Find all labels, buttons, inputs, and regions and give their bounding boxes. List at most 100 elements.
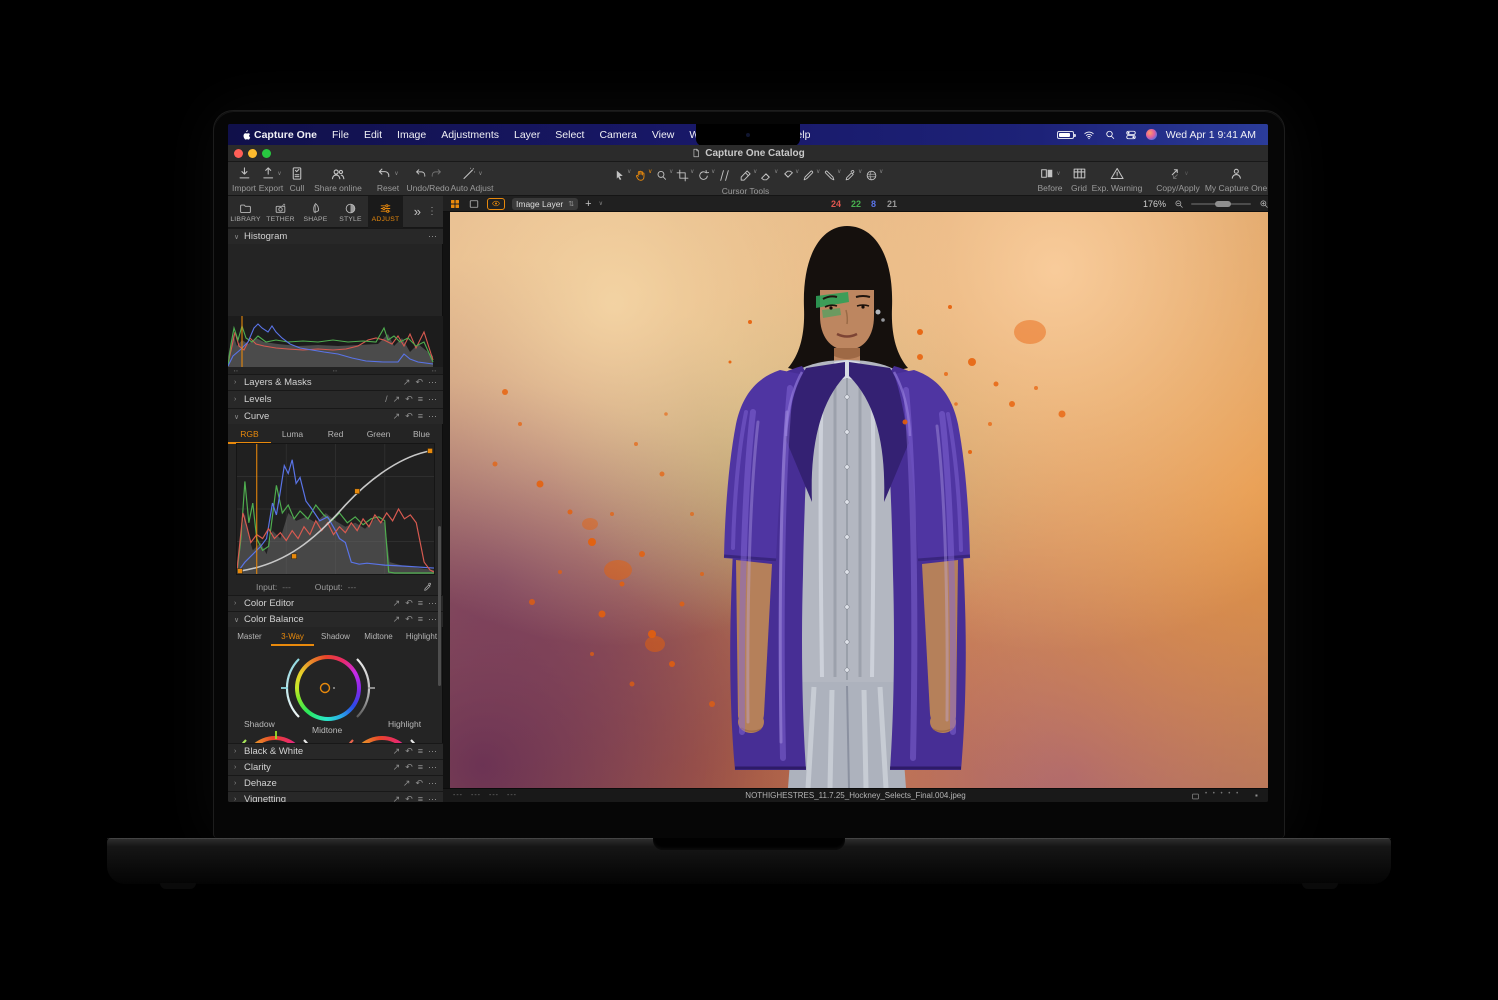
draw-mask-tool[interactable]: ∨ <box>739 169 757 182</box>
single-view-icon[interactable] <box>468 198 480 210</box>
cb-tab-midtone[interactable]: Midtone <box>357 627 400 646</box>
loupe-tool[interactable]: ∨ <box>655 169 673 182</box>
more-icon[interactable]: ⋯ <box>428 599 437 608</box>
copy-adjustments-icon[interactable]: ↗ <box>393 412 401 421</box>
reset-adjustments-icon[interactable]: ↶ <box>405 615 413 624</box>
style-brush-tool[interactable]: ∨ <box>865 169 883 182</box>
menu-view[interactable]: View <box>652 129 675 141</box>
copy-adjustments-icon[interactable]: ↗ <box>393 599 401 608</box>
clarity-panel-header[interactable]: › Clarity ↗ ↶ ≡ ⋯ <box>228 759 443 775</box>
disclosure-closed-icon[interactable]: › <box>234 396 244 403</box>
disclosure-open-icon[interactable]: ∨ <box>234 413 244 421</box>
more-icon[interactable]: ⋯ <box>428 795 437 802</box>
battery-icon[interactable] <box>1057 131 1074 139</box>
disclosure-closed-icon[interactable]: › <box>234 764 244 771</box>
copy-adjustments-icon[interactable]: ↗ <box>393 615 401 624</box>
share-online-button[interactable]: Share online <box>314 165 362 193</box>
curve-tab-rgb[interactable]: RGB <box>228 424 271 444</box>
sidebar-scrollbar[interactable] <box>438 526 441 686</box>
photo-model-powder[interactable] <box>450 212 1268 788</box>
preset-menu-icon[interactable]: ≡ <box>418 763 423 772</box>
more-icon[interactable]: ⋯ <box>428 232 437 241</box>
import-button[interactable]: Import <box>232 165 256 193</box>
multi-view-icon[interactable] <box>449 198 461 210</box>
reset-adjustments-icon[interactable]: ↶ <box>405 395 413 404</box>
image-viewer[interactable] <box>443 212 1268 788</box>
black-white-panel-header[interactable]: › Black & White ↗ ↶ ≡ ⋯ <box>228 743 443 759</box>
disclosure-open-icon[interactable]: ∨ <box>234 616 244 624</box>
disclosure-open-icon[interactable]: ∨ <box>234 233 244 241</box>
menu-camera[interactable]: Camera <box>599 129 636 141</box>
filmstrip-icon[interactable]: ▪ <box>1255 791 1258 800</box>
siri-icon[interactable] <box>1146 129 1157 140</box>
levels-panel-header[interactable]: › Levels / ↗ ↶ ≡ ⋯ <box>228 390 443 408</box>
reset-adjustments-icon[interactable]: ↶ <box>405 747 413 756</box>
exposure-warning-button[interactable]: Exp. Warning <box>1092 165 1143 193</box>
tab-adjust[interactable]: ADJUST <box>368 196 403 228</box>
copy-adjustments-icon[interactable]: ↗ <box>393 747 401 756</box>
zoom-out-icon[interactable] <box>1174 199 1184 209</box>
gradient-mask-tool[interactable]: ∨ <box>781 169 799 182</box>
reset-adjustments-icon[interactable]: ↶ <box>405 412 413 421</box>
thumbnail-toggle-icon[interactable] <box>1191 792 1200 801</box>
more-icon[interactable]: ⋯ <box>428 378 437 387</box>
color-editor-panel-header[interactable]: › Color Editor ↗ ↶ ≡ ⋯ <box>228 595 443 611</box>
preset-menu-icon[interactable]: ≡ <box>418 395 423 404</box>
auto-adjust-button[interactable]: ∨ Auto Adjust <box>450 165 493 193</box>
cb-tab-master[interactable]: Master <box>228 627 271 646</box>
clone-tool[interactable]: ∨ <box>823 169 841 182</box>
preset-menu-icon[interactable]: ≡ <box>418 599 423 608</box>
curve-tab-red[interactable]: Red <box>314 424 357 444</box>
copy-adjustments-icon[interactable]: ↗ <box>403 378 411 387</box>
preset-menu-icon[interactable]: ≡ <box>418 795 423 802</box>
before-button[interactable]: ∨ Before <box>1037 165 1062 193</box>
menu-edit[interactable]: Edit <box>364 129 382 141</box>
more-icon[interactable]: ⋯ <box>428 395 437 404</box>
zoom-in-icon[interactable] <box>1259 199 1268 209</box>
copy-apply-button[interactable]: ∨ Copy/Apply <box>1156 165 1199 193</box>
curve-tab-blue[interactable]: Blue <box>400 424 443 444</box>
layers-masks-panel-header[interactable]: › Layers & Masks ↗ ↶ ⋯ <box>228 374 443 390</box>
reset-adjustments-icon[interactable]: ↶ <box>415 779 423 788</box>
menu-layer[interactable]: Layer <box>514 129 540 141</box>
copy-adjustments-icon[interactable]: ↗ <box>393 395 401 404</box>
menu-file[interactable]: File <box>332 129 349 141</box>
tab-library[interactable]: LIBRARY <box>228 196 263 228</box>
reset-adjustments-icon[interactable]: ↶ <box>415 378 423 387</box>
disclosure-closed-icon[interactable]: › <box>234 600 244 607</box>
undo-redo-button[interactable]: Undo/Redo <box>406 165 449 193</box>
expand-tabs-icon[interactable]: » <box>414 204 421 219</box>
more-icon[interactable]: ⋯ <box>428 763 437 772</box>
curve-tab-luma[interactable]: Luma <box>271 424 314 444</box>
reset-adjustments-icon[interactable]: ↶ <box>405 795 413 802</box>
erase-mask-tool[interactable]: ∨ <box>760 169 778 182</box>
pan-tool[interactable]: ∨ <box>634 169 652 182</box>
tab-shape[interactable]: SHAPE <box>298 196 333 228</box>
spot-removal-tool[interactable]: ∨ <box>844 169 862 182</box>
reset-adjustments-icon[interactable]: ↶ <box>405 599 413 608</box>
export-button[interactable]: ∨ Export <box>259 165 284 193</box>
menu-app-name[interactable]: Capture One <box>254 129 317 141</box>
menu-bar-clock[interactable]: Wed Apr 1 9:41 AM <box>1166 129 1256 141</box>
wifi-icon[interactable] <box>1083 129 1095 141</box>
disclosure-closed-icon[interactable]: › <box>234 796 244 802</box>
add-layer-button[interactable]: + <box>585 198 591 210</box>
menu-select[interactable]: Select <box>555 129 584 141</box>
search-icon[interactable] <box>1104 129 1116 141</box>
cb-tab-shadow[interactable]: Shadow <box>314 627 357 646</box>
more-icon[interactable]: ⋯ <box>428 412 437 421</box>
grid-button[interactable]: Grid <box>1071 165 1087 193</box>
disclosure-closed-icon[interactable]: › <box>234 780 244 787</box>
tab-options-icon[interactable]: ⋮ <box>427 206 437 217</box>
more-icon[interactable]: ⋯ <box>428 779 437 788</box>
straighten-tool[interactable] <box>718 169 731 182</box>
reset-button[interactable]: ∨ Reset <box>377 165 399 193</box>
preset-menu-icon[interactable]: ≡ <box>418 615 423 624</box>
cull-button[interactable]: Cull <box>290 165 305 193</box>
cb-tab-highlight[interactable]: Highlight <box>400 627 443 646</box>
zoom-slider[interactable] <box>1191 203 1251 205</box>
curve-tab-green[interactable]: Green <box>357 424 400 444</box>
apple-logo-icon[interactable] <box>240 129 252 141</box>
crop-tool[interactable]: ∨ <box>676 169 694 182</box>
more-icon[interactable]: ⋯ <box>428 615 437 624</box>
